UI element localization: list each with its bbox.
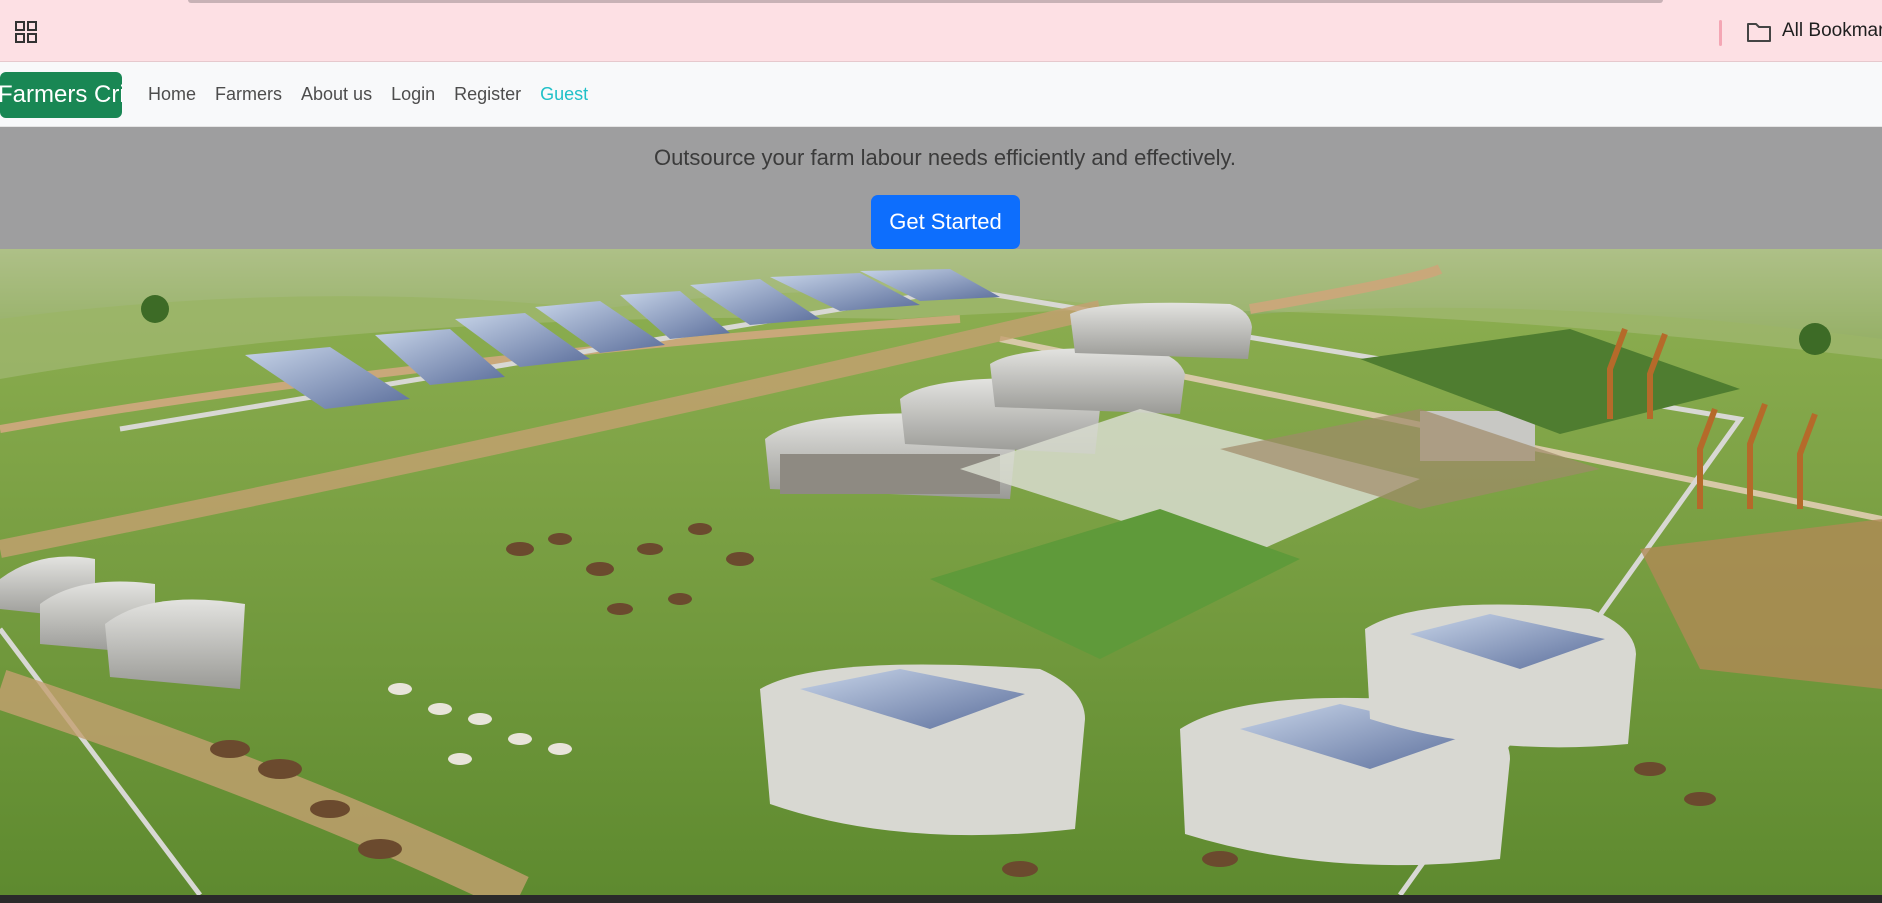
folder-icon[interactable]	[1746, 21, 1772, 43]
hero-tagline: Outsource your farm labour needs efficie…	[653, 145, 1237, 170]
all-bookmarks-label[interactable]: All Bookmarks	[1782, 20, 1882, 42]
nav-link-guest[interactable]: Guest	[540, 84, 588, 105]
brand-logo[interactable]: Farmers Crib	[0, 72, 122, 118]
nav-link-about-us[interactable]: About us	[301, 84, 372, 105]
farm-illustration	[0, 249, 1882, 895]
farm-illustration-svg	[0, 249, 1882, 895]
bookmarks-bar: All Bookmarks	[0, 0, 1882, 62]
address-bar-edge	[188, 0, 1663, 3]
hero-section: Outsource your farm labour needs efficie…	[0, 127, 1882, 249]
nav-link-farmers[interactable]: Farmers	[215, 84, 282, 105]
nav-link-home[interactable]: Home	[148, 84, 196, 105]
window-bottom-edge	[0, 895, 1882, 903]
site-navbar: Farmers Crib Home Farmers About us Login…	[0, 62, 1882, 127]
nav-link-register[interactable]: Register	[454, 84, 521, 105]
bookmarks-separator	[1719, 20, 1722, 46]
get-started-button[interactable]: Get Started	[871, 195, 1020, 249]
nav-links: Home Farmers About us Login Register Gue…	[148, 62, 607, 127]
apps-grid-icon[interactable]	[14, 20, 38, 44]
nav-link-login[interactable]: Login	[391, 84, 435, 105]
